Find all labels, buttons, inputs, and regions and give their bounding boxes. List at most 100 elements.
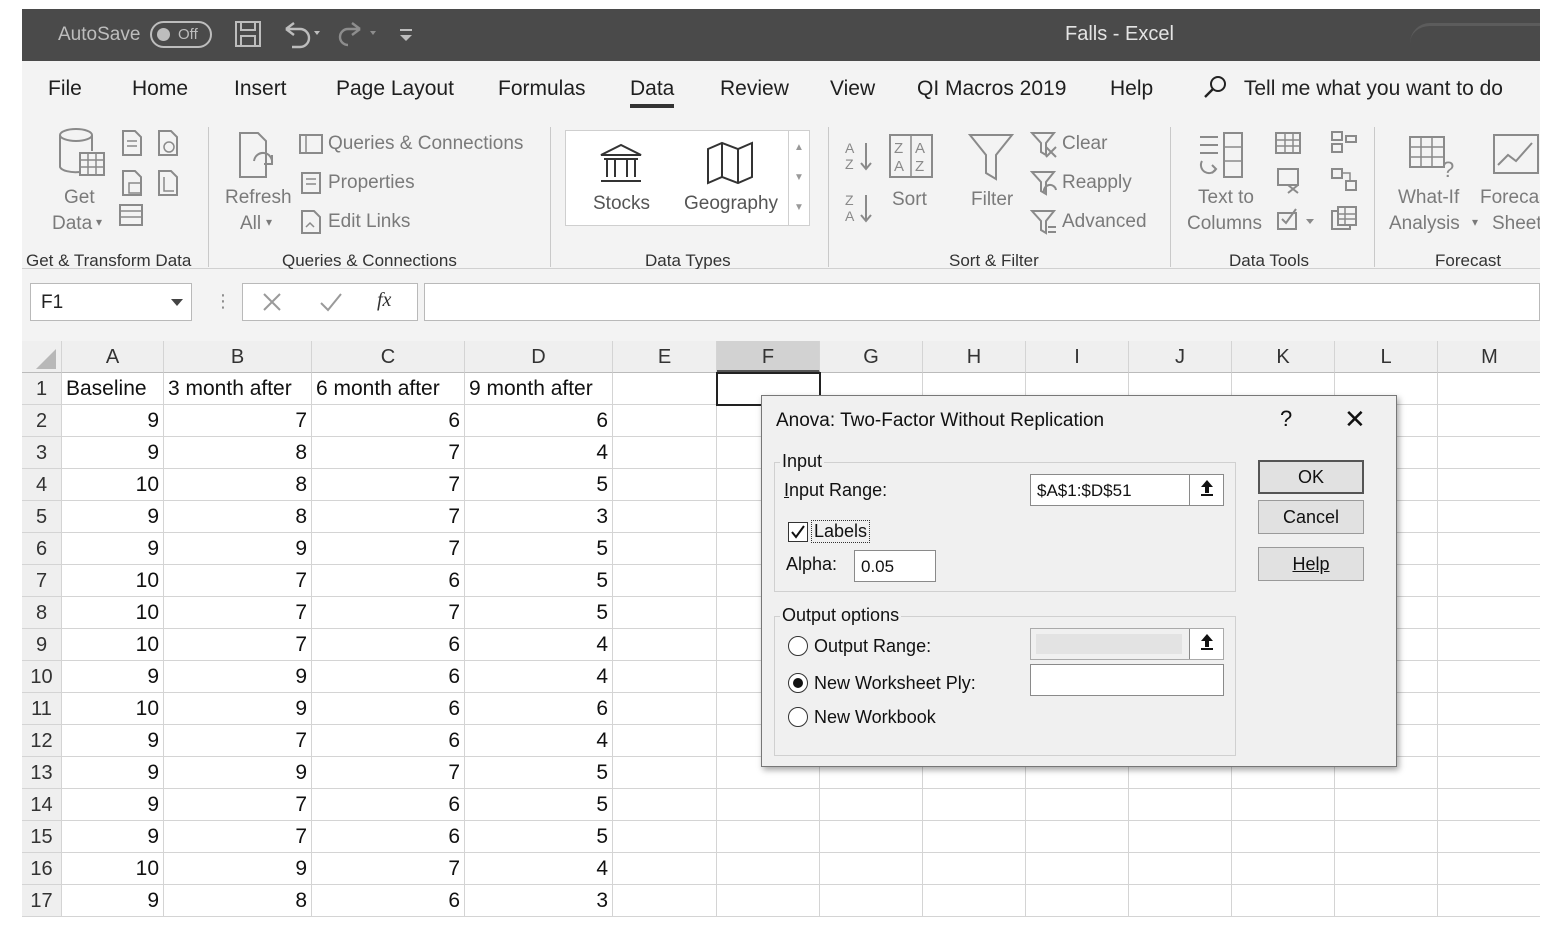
data-types-scroll[interactable]: ▲ ▼ ▼ xyxy=(788,130,810,226)
help-button[interactable]: Help xyxy=(1258,547,1364,581)
tab-file[interactable]: File xyxy=(48,77,82,101)
cell[interactable]: 9 xyxy=(62,661,164,693)
row-header[interactable]: 7 xyxy=(22,565,62,597)
cell[interactable]: 6 xyxy=(312,885,465,917)
cell[interactable] xyxy=(1129,789,1232,821)
cell[interactable] xyxy=(613,533,717,565)
insert-function-icon[interactable]: fx xyxy=(377,289,391,312)
cell[interactable] xyxy=(613,405,717,437)
cell[interactable] xyxy=(820,853,923,885)
sort-label[interactable]: Sort xyxy=(892,189,927,211)
cell[interactable]: 6 xyxy=(312,405,465,437)
tab-insert[interactable]: Insert xyxy=(234,77,287,101)
row-header[interactable]: 3 xyxy=(22,437,62,469)
cell[interactable]: 9 xyxy=(62,789,164,821)
tab-view[interactable]: View xyxy=(830,77,875,101)
get-data-icon[interactable] xyxy=(56,127,106,188)
edit-links-button[interactable]: Edit Links xyxy=(328,211,410,233)
cell[interactable] xyxy=(820,885,923,917)
stocks-label[interactable]: Stocks xyxy=(593,193,650,215)
cell[interactable] xyxy=(1438,821,1540,853)
cell[interactable]: 9 xyxy=(62,437,164,469)
cell[interactable] xyxy=(717,885,820,917)
geography-label[interactable]: Geography xyxy=(684,193,778,215)
sort-z-to-a-icon[interactable]: ZA xyxy=(844,191,874,230)
row-header[interactable]: 8 xyxy=(22,597,62,629)
cell[interactable]: 3 xyxy=(465,501,613,533)
cell[interactable]: 8 xyxy=(164,469,312,501)
cell[interactable] xyxy=(613,629,717,661)
row-header[interactable]: 1 xyxy=(22,373,62,405)
cell[interactable] xyxy=(613,597,717,629)
column-header-i[interactable]: I xyxy=(1026,341,1129,373)
cell[interactable]: 6 xyxy=(312,629,465,661)
row-header[interactable]: 15 xyxy=(22,821,62,853)
cell[interactable]: 7 xyxy=(164,597,312,629)
cell[interactable]: 6 xyxy=(465,693,613,725)
cancel-entry-icon[interactable] xyxy=(261,290,283,319)
remove-duplicates-icon[interactable] xyxy=(1276,167,1302,200)
cell[interactable]: 5 xyxy=(465,565,613,597)
cell[interactable]: 6 xyxy=(312,565,465,597)
reapply-button[interactable]: Reapply xyxy=(1062,172,1132,194)
alpha-field[interactable]: 0.05 xyxy=(854,550,936,582)
cell[interactable]: 9 xyxy=(164,661,312,693)
collapse-output-range-button[interactable] xyxy=(1189,629,1223,659)
select-all-corner[interactable] xyxy=(22,341,62,373)
cell[interactable]: Baseline xyxy=(62,373,164,405)
row-header[interactable]: 12 xyxy=(22,725,62,757)
cell[interactable] xyxy=(613,469,717,501)
properties-button[interactable]: Properties xyxy=(328,172,415,194)
cell[interactable]: 3 month after xyxy=(164,373,312,405)
cell[interactable]: 7 xyxy=(312,853,465,885)
cell[interactable]: 10 xyxy=(62,597,164,629)
cell[interactable]: 7 xyxy=(164,405,312,437)
sort-icon[interactable]: ZAAZ xyxy=(888,133,934,184)
cell[interactable]: 7 xyxy=(312,757,465,789)
cell[interactable]: 7 xyxy=(312,469,465,501)
redo-icon[interactable] xyxy=(336,19,380,51)
cell[interactable]: 10 xyxy=(62,565,164,597)
row-header[interactable]: 2 xyxy=(22,405,62,437)
filter-label[interactable]: Filter xyxy=(971,189,1013,211)
save-icon[interactable] xyxy=(234,19,262,51)
row-header[interactable]: 4 xyxy=(22,469,62,501)
cell[interactable]: 7 xyxy=(164,629,312,661)
cell[interactable] xyxy=(1438,597,1540,629)
scroll-up-icon[interactable]: ▲ xyxy=(794,142,804,153)
input-range-field[interactable]: $A$1:$D$51 xyxy=(1030,474,1224,506)
cell[interactable] xyxy=(1026,789,1129,821)
cell[interactable]: 10 xyxy=(62,853,164,885)
queries-connections-button[interactable]: Queries & Connections xyxy=(328,133,523,155)
cell[interactable] xyxy=(1129,821,1232,853)
collapse-input-range-button[interactable] xyxy=(1189,475,1223,505)
cell[interactable] xyxy=(923,885,1026,917)
cell[interactable]: 9 xyxy=(62,725,164,757)
cell[interactable]: 5 xyxy=(465,821,613,853)
cell[interactable]: 6 xyxy=(312,725,465,757)
column-header-j[interactable]: J xyxy=(1129,341,1232,373)
filter-icon[interactable] xyxy=(967,133,1015,188)
relationships-icon[interactable] xyxy=(1330,167,1358,198)
cell[interactable] xyxy=(1438,405,1540,437)
cell[interactable] xyxy=(613,501,717,533)
cell[interactable] xyxy=(717,821,820,853)
row-header[interactable]: 13 xyxy=(22,757,62,789)
tell-me-search[interactable]: Tell me what you want to do xyxy=(1202,75,1503,101)
tab-home[interactable]: Home xyxy=(132,77,188,101)
cell[interactable]: 5 xyxy=(465,757,613,789)
cell[interactable] xyxy=(613,789,717,821)
more-options-icon[interactable]: ⋮ xyxy=(214,291,232,312)
tab-review[interactable]: Review xyxy=(720,77,789,101)
cell[interactable] xyxy=(1438,757,1540,789)
cell[interactable]: 9 month after xyxy=(465,373,613,405)
dialog-help-icon[interactable]: ? xyxy=(1280,406,1292,432)
cell[interactable] xyxy=(613,437,717,469)
cell[interactable]: 9 xyxy=(164,693,312,725)
geography-icon[interactable] xyxy=(706,141,754,190)
cell[interactable] xyxy=(923,821,1026,853)
cell[interactable]: 10 xyxy=(62,629,164,661)
row-header[interactable]: 9 xyxy=(22,629,62,661)
cell[interactable]: 7 xyxy=(164,789,312,821)
new-workbook-radio[interactable] xyxy=(788,707,808,727)
